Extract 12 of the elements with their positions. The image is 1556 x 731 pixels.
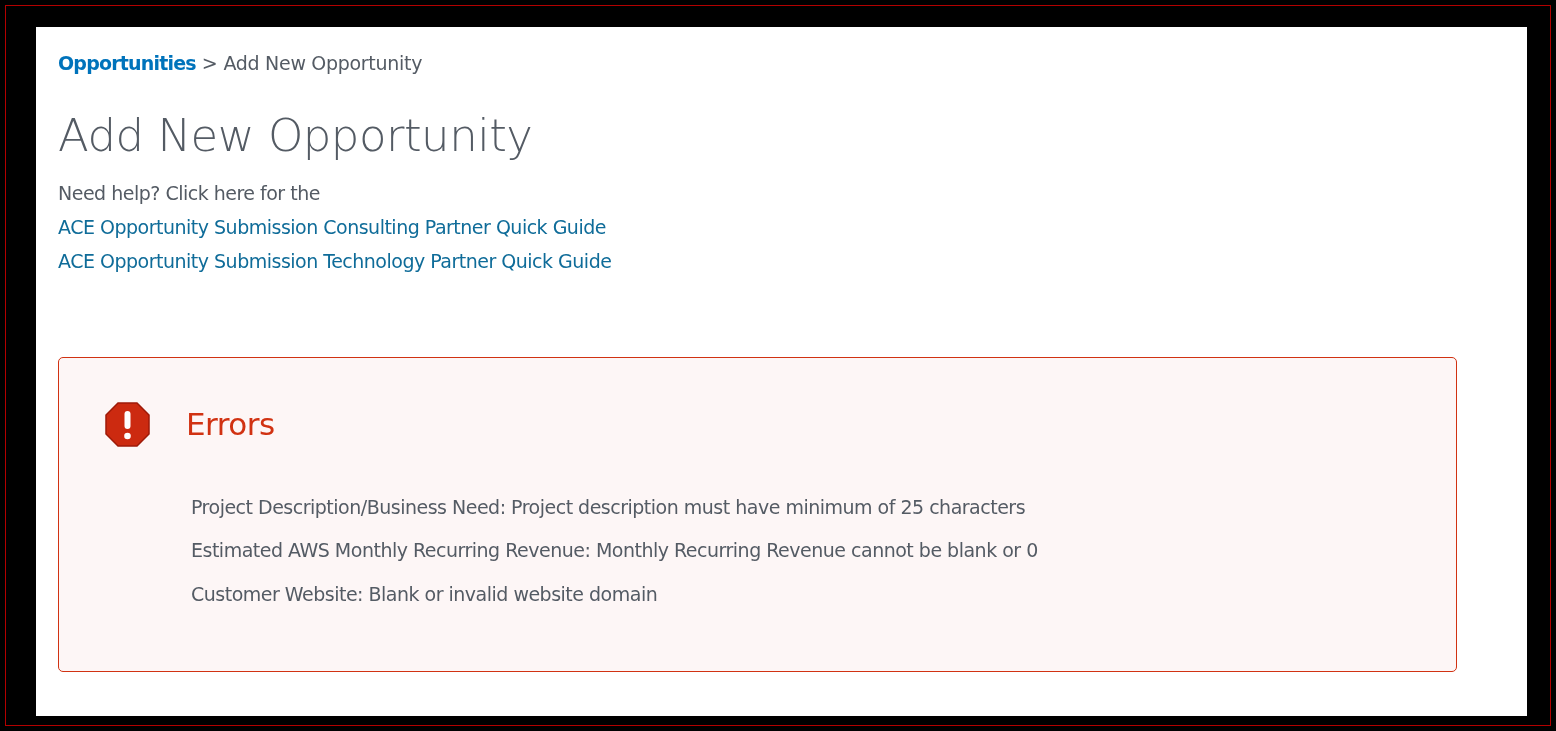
breadcrumb-current: Add New Opportunity [223,51,423,76]
error-title: Errors [186,405,275,444]
breadcrumb-link[interactable]: Opportunities [58,49,196,78]
error-message: Project Description/Business Need: Project description must have minimum of 25 characters [191,494,1027,520]
error-icon [105,401,150,447]
guide-link[interactable]: ACE Opportunity Submission Consulting Partner Quick Guide [58,209,606,244]
error-message: Customer Website: Blank or invalid website domain [191,581,659,607]
error-message: Estimated AWS Monthly Recurring Revenue: Monthly Recurring Revenue cannot be blank or 0 [191,538,1039,563]
guide-link[interactable]: ACE Opportunity Submission Technology Partner Quick Guide [58,243,612,278]
page-title: Add New Opportunity [58,107,534,164]
help-text: Need help? Click here for the [58,180,321,206]
breadcrumb-separator: > [201,51,218,76]
